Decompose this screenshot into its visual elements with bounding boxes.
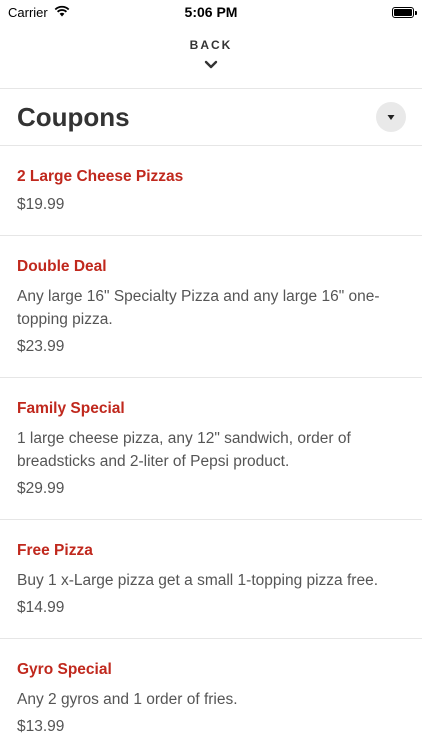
coupon-item[interactable]: Family Special 1 large cheese pizza, any… (0, 378, 422, 520)
coupon-price: $19.99 (17, 196, 65, 213)
section-header: Coupons (0, 89, 422, 146)
coupon-list: 2 Large Cheese Pizzas $19.99 Double Deal… (0, 146, 422, 750)
back-button[interactable]: BACK (0, 24, 422, 89)
page-title: Coupons (17, 101, 130, 132)
coupon-item[interactable]: Free Pizza Buy 1 x-Large pizza get a sma… (0, 520, 422, 639)
coupon-title: Free Pizza (17, 542, 93, 559)
coupon-title: Family Special (17, 400, 125, 417)
coupon-description: Any large 16" Specialty Pizza and any la… (17, 288, 380, 328)
coupon-price: $29.99 (17, 480, 65, 497)
coupon-description: 1 large cheese pizza, any 12" sandwich, … (17, 430, 351, 470)
caret-down-icon (387, 114, 395, 120)
chevron-down-icon (204, 56, 218, 74)
coupon-price: $23.99 (17, 338, 65, 355)
coupon-title: Gyro Special (17, 661, 112, 678)
coupon-item[interactable]: 2 Large Cheese Pizzas $19.99 (0, 146, 422, 236)
coupon-description: Any 2 gyros and 1 order of fries. (17, 691, 238, 708)
coupon-price: $14.99 (17, 599, 65, 616)
coupon-description: Buy 1 x-Large pizza get a small 1-toppin… (17, 572, 378, 589)
battery-icon (392, 6, 417, 18)
back-label: BACK (189, 38, 233, 52)
coupon-price: $13.99 (17, 718, 65, 735)
app-screen: Carrier 5:06 PM BACK Coupons 2 Large Che… (0, 0, 422, 750)
clock: 5:06 PM (184, 4, 238, 20)
dropdown-toggle-button[interactable] (376, 102, 406, 132)
coupon-title: 2 Large Cheese Pizzas (17, 168, 184, 185)
status-bar: Carrier 5:06 PM (0, 0, 422, 24)
coupon-item[interactable]: Double Deal Any large 16" Specialty Pizz… (0, 236, 422, 378)
coupon-item[interactable]: Gyro Special Any 2 gyros and 1 order of … (0, 639, 422, 750)
coupon-title: Double Deal (17, 258, 107, 275)
